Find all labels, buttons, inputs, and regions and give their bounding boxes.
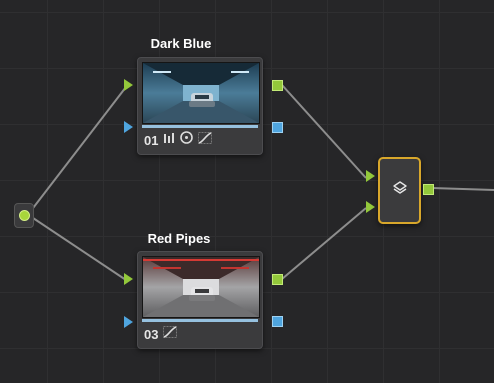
node-03-title: Red Pipes: [147, 231, 211, 246]
node-01-title: Dark Blue: [150, 36, 212, 51]
wire-source-to-node-01: [29, 86, 127, 213]
node-01-key-bar: [142, 125, 258, 128]
circle-window-icon: [180, 131, 194, 149]
source-node[interactable]: [14, 203, 34, 228]
source-output-port[interactable]: [19, 210, 30, 221]
node-03-thumbnail: [142, 256, 260, 318]
node-03-rgb-input-port[interactable]: [124, 273, 133, 285]
node-01-key-input-port[interactable]: [124, 121, 133, 133]
node-01-thumbnail: [142, 62, 260, 124]
curves-icon: [163, 325, 178, 343]
wire-mixer-output: [431, 187, 494, 191]
node-01-rgb-input-port[interactable]: [124, 79, 133, 91]
wire-source-to-node-03: [29, 215, 127, 281]
node-03[interactable]: 03: [137, 251, 263, 349]
node-03-key-input-port[interactable]: [124, 316, 133, 328]
mixer-input-port-2[interactable]: [366, 201, 375, 213]
node-01[interactable]: 01: [137, 57, 263, 155]
mixer-output-port[interactable]: [423, 184, 434, 195]
node-01-rgb-output-port[interactable]: [272, 80, 283, 91]
color-bars-icon: [163, 131, 175, 149]
node-01-key-output-port[interactable]: [272, 122, 283, 133]
node-03-number: 03: [144, 326, 159, 342]
node-01-number: 01: [144, 132, 159, 148]
mixer-input-port-1[interactable]: [366, 170, 375, 182]
wire-node-01-to-mixer: [281, 84, 367, 179]
layer-mixer-node[interactable]: [378, 157, 421, 224]
node-03-rgb-output-port[interactable]: [272, 274, 283, 285]
curves-icon: [198, 131, 213, 149]
layers-icon: [392, 180, 408, 201]
node-03-key-output-port[interactable]: [272, 316, 283, 327]
node-03-key-bar: [142, 319, 258, 322]
wire-node-03-to-mixer: [281, 207, 367, 280]
